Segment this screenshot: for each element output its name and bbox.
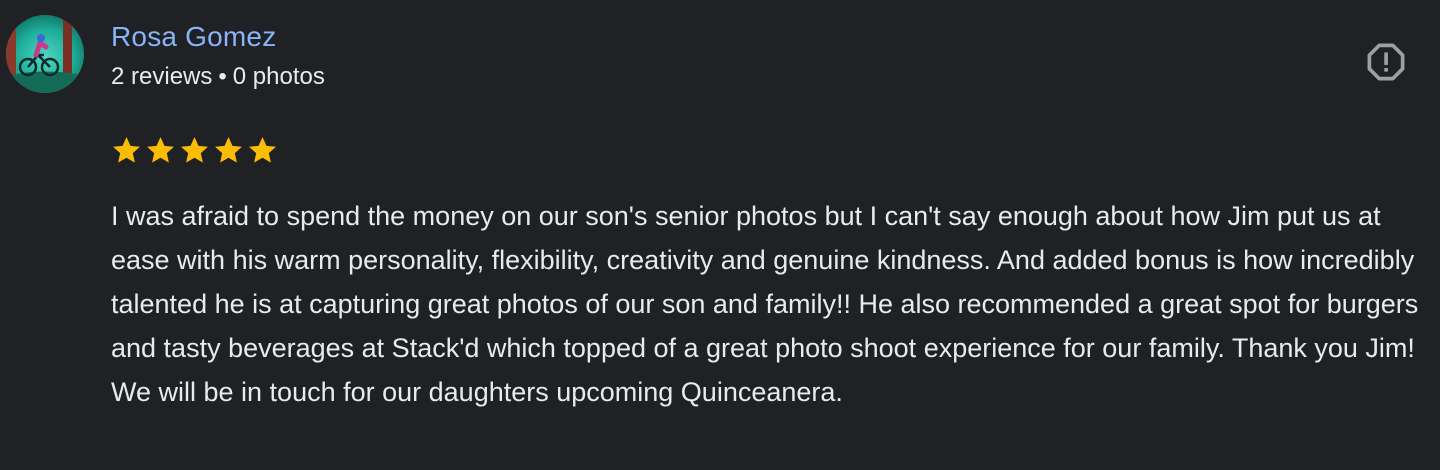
author-name-link[interactable]: Rosa Gomez (111, 20, 276, 54)
star-icon (181, 137, 208, 163)
photos-count: 0 photos (232, 63, 325, 90)
author-stats: 2 reviews • 0 photos (111, 61, 325, 93)
report-button[interactable] (1360, 36, 1412, 88)
reviews-count: 2 reviews (111, 63, 213, 90)
separator-dot: • (218, 63, 227, 90)
report-octagon-icon (1367, 43, 1405, 81)
star-rating (110, 134, 279, 168)
avatar[interactable] (6, 15, 84, 93)
review-card: Rosa Gomez 2 reviews • 0 photos I was afra… (0, 0, 1440, 470)
star-icon (249, 137, 276, 163)
cyclist-avatar-icon (6, 15, 84, 93)
star-icon (113, 137, 140, 163)
star-icon (147, 137, 174, 163)
star-icon (215, 137, 242, 163)
review-text: I was afraid to spend the money on our s… (111, 201, 1419, 407)
